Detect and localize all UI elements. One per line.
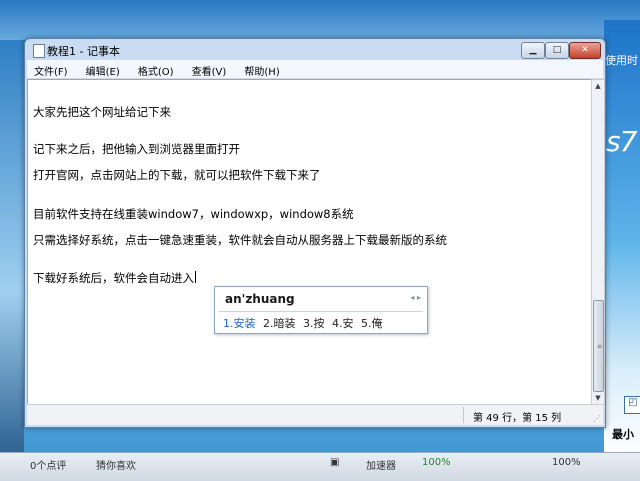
ime-candidate[interactable]: 2.暗装 [263, 317, 296, 330]
title-bar[interactable]: 教程1 - 记事本 ▁ □ ✕ [25, 39, 605, 61]
background-left-strip [0, 40, 24, 460]
ime-candidate-list: 1.安装 2.暗装 3.按 4.安 5.俺 [223, 315, 387, 331]
background-bold-text: 最小 [612, 428, 634, 441]
editor-line: 记下来之后，把他输入到浏览器里面打开 [33, 142, 240, 156]
scroll-up-arrow-icon[interactable]: ▲ [592, 80, 604, 92]
background-statusbar: 0个点评 猜你喜欢 ▣ 加速器 100% 100% [0, 452, 640, 481]
thumb-grip-icon: ≡ [597, 343, 603, 350]
ime-candidate[interactable]: 1.安装 [223, 317, 256, 330]
scroll-down-arrow-icon[interactable]: ▼ [592, 392, 604, 404]
menu-edit[interactable]: 编辑(E) [79, 60, 126, 78]
scroll-thumb[interactable]: ≡ [593, 300, 604, 392]
editor-line-current: 下载好系统后，软件会自动进入 [33, 270, 196, 286]
editor-line: 目前软件支持在线重装window7，windowxp，window8系统 [33, 207, 354, 221]
text-caret [195, 271, 196, 283]
recommend-link[interactable]: 猜你喜欢 [96, 457, 136, 472]
ime-divider [219, 311, 423, 312]
menu-view[interactable]: 查看(V) [185, 60, 233, 78]
zoom-level-2[interactable]: 100% [552, 457, 581, 468]
vertical-scrollbar[interactable]: ▲ ≡ ▼ [591, 79, 605, 405]
zoom-level-1: 100% [422, 457, 451, 468]
editor-line-text: 下载好系统后，软件会自动进入 [33, 271, 194, 285]
menu-format[interactable]: 格式(O) [131, 60, 180, 78]
status-bar: 第 49 行，第 15 列 ⋰ [27, 404, 603, 425]
background-copy-icon[interactable]: ◰ [624, 396, 640, 414]
menu-help[interactable]: 帮助(H) [237, 60, 285, 78]
notepad-window: 教程1 - 记事本 ▁ □ ✕ 文件(F) 编辑(E) 格式(O) 查看(V) … [24, 38, 606, 428]
maximize-button[interactable]: □ [545, 42, 569, 59]
cursor-position: 第 49 行，第 15 列 [473, 413, 562, 424]
ime-candidate-window: an'zhuang ◂ ▸ 1.安装 2.暗装 3.按 4.安 5.俺 [214, 286, 428, 334]
text-editor[interactable]: 大家先把这个网址给记下来 记下来之后，把他输入到浏览器里面打开 打开官网，点击网… [27, 79, 593, 405]
window-title: 教程1 - 记事本 [47, 45, 120, 58]
accelerator-label[interactable]: 加速器 [366, 457, 396, 472]
background-right-title: 使用时 [605, 54, 638, 67]
gift-icon[interactable]: ▣ [330, 457, 339, 468]
ime-candidate[interactable]: 5.俺 [361, 317, 383, 330]
status-divider [463, 407, 464, 423]
resize-grip-icon[interactable]: ⋰ [593, 414, 601, 423]
menu-file[interactable]: 文件(F) [27, 60, 74, 78]
close-button[interactable]: ✕ [569, 42, 601, 59]
menu-bar: 文件(F) 编辑(E) 格式(O) 查看(V) 帮助(H) [27, 60, 603, 79]
minimize-button[interactable]: ▁ [521, 42, 545, 59]
ime-pinyin-input: an'zhuang [225, 292, 295, 306]
background-browser-header [0, 0, 640, 40]
editor-line: 只需选择好系统，点击一键急速重装，软件就会自动从服务器上下载最新版的系统 [33, 233, 447, 247]
editor-line: 大家先把这个网址给记下来 [33, 105, 171, 119]
background-right-panel: 使用时 [604, 20, 640, 460]
background-logo: s7 [606, 125, 637, 158]
notepad-icon [33, 44, 45, 58]
comment-count[interactable]: 0个点评 [30, 457, 66, 472]
editor-line: 打开官网，点击网站上的下载，就可以把软件下载下来了 [33, 168, 321, 182]
ime-candidate[interactable]: 4.安 [332, 317, 354, 330]
ime-page-arrows-icon[interactable]: ◂ ▸ [410, 293, 421, 302]
ime-candidate[interactable]: 3.按 [303, 317, 325, 330]
